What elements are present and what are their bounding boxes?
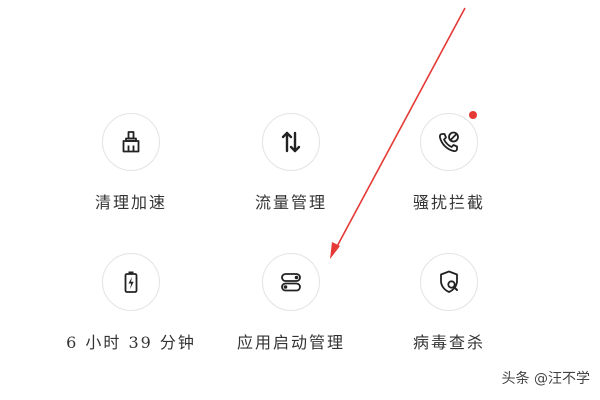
phone-block-icon (438, 131, 459, 153)
battery-icon-circle (102, 253, 160, 311)
virus-scan-label: 病毒查杀 (412, 333, 485, 352)
tile-virus-scan[interactable]: 病毒查杀 (359, 253, 539, 353)
shield-search-icon (440, 270, 458, 293)
tile-harassment-block[interactable]: 骚扰拦截 (359, 111, 539, 213)
harassment-label: 骚扰拦截 (412, 193, 485, 212)
cleanup-label: 清理加速 (94, 193, 167, 212)
tile-cleanup-speedup[interactable]: 清理加速 (41, 113, 221, 213)
tile-data-usage[interactable]: 流量管理 (201, 113, 381, 213)
broom-icon (122, 131, 140, 153)
up-down-arrows-icon (281, 131, 301, 153)
tile-battery[interactable]: 6 小时 39 分钟 (41, 253, 221, 353)
tile-app-launch-manage[interactable]: 应用启动管理 (201, 253, 381, 353)
app-launch-icon-circle (262, 253, 320, 311)
data-usage-icon-circle (262, 113, 320, 171)
battery-icon (124, 271, 138, 293)
notification-badge (469, 111, 477, 119)
harassment-icon-circle (420, 111, 478, 171)
data-usage-label: 流量管理 (254, 193, 327, 212)
virus-scan-icon-circle (420, 253, 478, 311)
app-launch-label: 应用启动管理 (236, 333, 345, 352)
toggle-switches-icon (281, 273, 301, 292)
cleanup-icon-circle (102, 113, 160, 171)
battery-label: 6 小时 39 分钟 (66, 333, 196, 352)
watermark: 头条 @汪不学 (501, 371, 590, 387)
